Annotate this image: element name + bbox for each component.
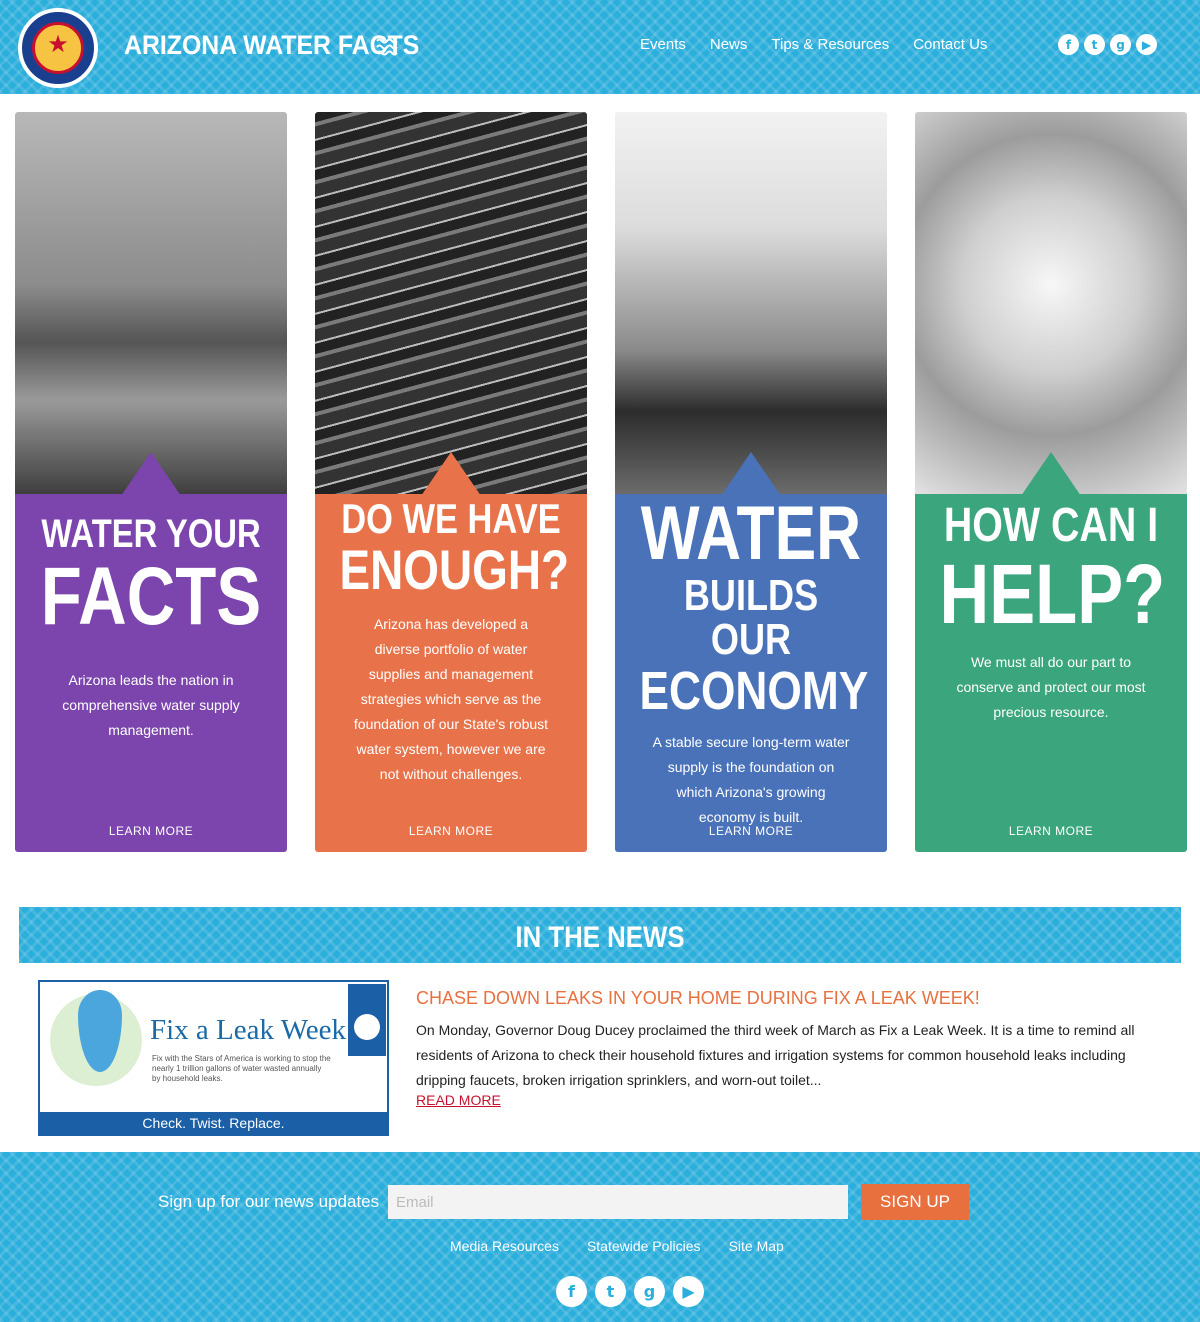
read-more-link[interactable]: READ MORE [416, 1092, 501, 1108]
twitter-icon[interactable]: t [595, 1276, 626, 1307]
faucet-photo [915, 112, 1187, 496]
news-body: On Monday, Governor Doug Ducey proclaime… [416, 1022, 1135, 1088]
waves-icon [376, 38, 398, 56]
footer-social-icons: f t g ▶ [556, 1276, 704, 1307]
card-heading-line: ENOUGH? [339, 538, 570, 601]
learn-more-link[interactable]: LEARN MORE [615, 824, 887, 838]
card-panel: WATER BUILDS OUR ECONOMY A stable secure… [615, 494, 887, 852]
card-heading-line: HOW CAN I [943, 499, 1159, 552]
image-tagline: Check. Twist. Replace. [40, 1112, 387, 1134]
nav-tips-resources[interactable]: Tips & Resources [771, 36, 889, 53]
card-panel: HOW CAN I HELP? We must all do our part … [915, 494, 1187, 852]
learn-more-link[interactable]: LEARN MORE [315, 824, 587, 838]
email-field[interactable] [388, 1185, 848, 1219]
card-heading-line: FACTS [40, 551, 262, 642]
google-plus-icon[interactable]: g [1110, 34, 1131, 55]
site-title[interactable]: ARIZONA WATER FACTS [124, 30, 419, 61]
card-body: Arizona leads the nation in comprehensiv… [62, 672, 240, 738]
header-social-icons: f t g ▶ [1058, 34, 1157, 55]
card-notch [421, 452, 481, 496]
arizona-seal-logo[interactable]: ★ [18, 8, 98, 88]
site-header: ★ ARIZONA WATER FACTS Events News Tips &… [0, 0, 1200, 94]
nav-news[interactable]: News [710, 36, 748, 53]
card-heading-line: DO WE HAVE [341, 495, 561, 542]
fix-a-leak-image[interactable]: Fix a Leak Week Fix with the Stars of Am… [38, 980, 389, 1136]
twitter-icon[interactable]: t [1084, 34, 1105, 55]
watersense-badge-icon [348, 984, 386, 1056]
nav-events[interactable]: Events [640, 36, 686, 53]
card-do-we-have-enough[interactable]: DO WE HAVE ENOUGH? Arizona has developed… [315, 112, 587, 852]
card-notch [721, 452, 781, 496]
footer-link-statewide-policies[interactable]: Statewide Policies [587, 1238, 701, 1254]
card-heading-line: HELP? [939, 547, 1166, 641]
card-heading-line: WATER [640, 491, 862, 576]
news-headline[interactable]: CHASE DOWN LEAKS IN YOUR HOME DURING FIX… [416, 988, 980, 1009]
image-title: Fix a Leak Week [150, 1014, 347, 1046]
card-notch [121, 452, 181, 496]
city-waterfront-photo [615, 112, 887, 496]
image-small-text: Fix with the Stars of America is working… [152, 1054, 331, 1083]
card-body: We must all do our part to conserve and … [956, 654, 1146, 720]
learn-more-link[interactable]: LEARN MORE [15, 824, 287, 838]
google-plus-icon[interactable]: g [634, 1276, 665, 1307]
site-footer: Sign up for our news updates SIGN UP Med… [0, 1152, 1200, 1322]
footer-links: Media Resources Statewide Policies Site … [450, 1238, 784, 1254]
signup-label: Sign up for our news updates [158, 1192, 380, 1211]
youtube-icon[interactable]: ▶ [1136, 34, 1157, 55]
card-notch [1021, 452, 1081, 496]
footer-link-site-map[interactable]: Site Map [729, 1238, 784, 1254]
bridge-photo [15, 112, 287, 496]
card-panel: WATER YOUR FACTS Arizona leads the natio… [15, 494, 287, 852]
card-water-your-facts[interactable]: WATER YOUR FACTS Arizona leads the natio… [15, 112, 287, 852]
card-water-builds-economy[interactable]: WATER BUILDS OUR ECONOMY A stable secure… [615, 112, 887, 852]
learn-more-link[interactable]: LEARN MORE [915, 824, 1187, 838]
card-heading-line: BUILDS OUR [683, 571, 819, 664]
facebook-icon[interactable]: f [1058, 34, 1079, 55]
card-body: Arizona has developed a diverse portfoli… [353, 616, 549, 782]
card-panel: DO WE HAVE ENOUGH? Arizona has developed… [315, 494, 587, 852]
card-heading-line: ECONOMY [639, 661, 869, 721]
card-heading-line: WATER YOUR [41, 512, 261, 556]
news-section-bar: IN THE NEWS [19, 907, 1181, 963]
youtube-icon[interactable]: ▶ [673, 1276, 704, 1307]
facebook-icon[interactable]: f [556, 1276, 587, 1307]
nav-contact-us[interactable]: Contact Us [913, 36, 987, 53]
star-icon: ★ [47, 30, 69, 58]
water-gauge-photo [315, 112, 587, 496]
main-nav: Events News Tips & Resources Contact Us [640, 36, 987, 53]
footer-link-media-resources[interactable]: Media Resources [450, 1238, 559, 1254]
card-body: A stable secure long-term water supply i… [652, 734, 850, 825]
signup-button[interactable]: SIGN UP [861, 1184, 969, 1220]
news-section-title: IN THE NEWS [515, 921, 685, 954]
card-how-can-i-help[interactable]: HOW CAN I HELP? We must all do our part … [915, 112, 1187, 852]
